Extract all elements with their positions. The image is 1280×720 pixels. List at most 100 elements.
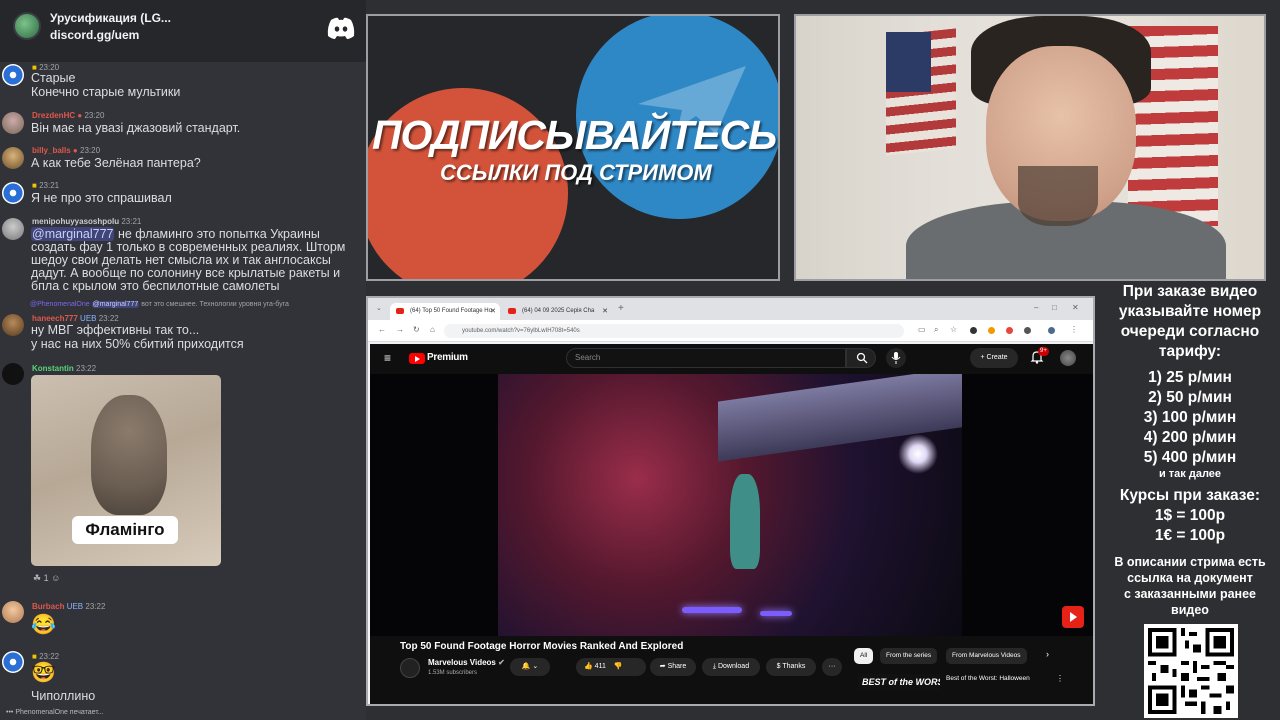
channel-avatar[interactable]	[400, 658, 420, 678]
rate-line: 1$ = 100р	[1154, 507, 1226, 524]
discord-logo-icon	[327, 17, 355, 39]
qr-code[interactable]	[1144, 624, 1238, 718]
user-mention[interactable]: @marginal777	[31, 227, 115, 241]
youtube-logo-icon[interactable]	[409, 353, 425, 364]
message-time: 23:22	[76, 364, 97, 373]
search-input[interactable]: Search	[566, 348, 846, 368]
forward-icon[interactable]: →	[396, 325, 404, 334]
back-icon[interactable]: ←	[378, 325, 386, 334]
like-count: 411	[594, 663, 606, 670]
url-field[interactable]: youtube.com/watch?v=76ylbLwIH708t=540s	[444, 324, 904, 338]
close-window-icon[interactable]: ✕	[1072, 303, 1079, 312]
user-avatar[interactable]	[2, 314, 24, 336]
reply-mention: @marginal777	[91, 301, 140, 308]
user-avatar[interactable]	[2, 182, 24, 204]
voice-search-button[interactable]	[886, 348, 906, 368]
browser-tab-active[interactable]: (64) Top 50 Found Footage Ho ✕	[390, 303, 500, 320]
rates-heading: Курсы при заказе:	[1119, 487, 1261, 504]
recommended-title[interactable]: Best of the Worst: Halloween	[946, 675, 1030, 682]
pricing-heading-line: указывайте номер	[1118, 303, 1262, 320]
filter-chip-channel[interactable]: From Marvelous Videos	[946, 648, 1027, 664]
share-button[interactable]: ➦ Share	[650, 658, 696, 676]
user-avatar[interactable]	[2, 363, 24, 385]
like-icon[interactable]: 👍	[584, 663, 593, 670]
channel-name[interactable]: Marvelous Videos ✔	[428, 658, 505, 667]
cast-icon[interactable]: ▭	[918, 325, 926, 334]
create-button[interactable]: + Create	[970, 348, 1018, 368]
recommended-menu-icon[interactable]: ⋮	[1056, 674, 1064, 683]
streamer-beard	[1018, 166, 1098, 226]
add-reaction-icon[interactable]: ☺	[51, 573, 60, 583]
gif-attachment[interactable]: Фламінго	[31, 375, 221, 566]
user-avatar[interactable]	[2, 218, 24, 240]
typing-dots-icon: •••	[6, 709, 14, 716]
dislike-icon[interactable]: 👎	[614, 663, 623, 670]
reaction-chip[interactable]: ☘ 1 ☺	[33, 573, 60, 586]
download-button[interactable]: ⤓ Download	[702, 658, 760, 676]
username[interactable]: Konstantin	[32, 364, 74, 373]
zoom-icon[interactable]: ⌕	[934, 325, 938, 335]
reply-preview[interactable]: @PhenomenalOne @marginal777 вот это смеш…	[30, 301, 289, 308]
subscribe-watermark-icon[interactable]	[1062, 606, 1084, 628]
chevron-down-icon: ⌄	[532, 663, 539, 670]
message-time: 23:22	[39, 652, 60, 661]
username[interactable]: billy_balls	[32, 146, 71, 155]
username[interactable]: DrezdenHC	[32, 111, 75, 120]
username[interactable]: haneech777	[32, 314, 78, 323]
hamburger-menu-icon[interactable]: ≡	[384, 351, 391, 365]
chevron-right-icon[interactable]: ›	[1046, 649, 1049, 659]
message-time: 23:22	[85, 602, 106, 611]
username[interactable]: menipohuyyasoshpolu	[32, 217, 119, 226]
notification-badge: 9+	[1038, 347, 1049, 356]
filter-chip-series[interactable]: From the series	[880, 648, 938, 664]
notifications-dropdown[interactable]: 🔔 ⌄	[510, 658, 550, 676]
pricing-tier: 4) 200 р/мин	[1143, 429, 1237, 446]
reaction-count: 1	[43, 573, 49, 583]
user-avatar[interactable]	[2, 147, 24, 169]
message-time: 23:20	[84, 111, 105, 120]
user-avatar[interactable]	[2, 601, 24, 623]
minimize-icon[interactable]: –	[1034, 303, 1038, 312]
message-text: А как тебе Зелёная пантера?	[31, 156, 201, 170]
search-button[interactable]	[846, 348, 876, 368]
like-dislike-group[interactable]: 👍 411 👎	[576, 658, 646, 676]
recommended-thumbnail[interactable]: BEST of the WORST	[858, 674, 940, 690]
tab-list-icon[interactable]: ⌄	[376, 304, 382, 312]
tab-close-icon[interactable]: ✕	[602, 303, 608, 320]
video-title: Top 50 Found Footage Horror Movies Ranke…	[400, 641, 684, 652]
home-icon[interactable]: ⌂	[430, 325, 435, 334]
discord-server-header: Урусификация (LG... discord.gg/uem	[0, 0, 366, 62]
video-scene-neon	[682, 607, 742, 613]
bookmark-star-icon[interactable]: ☆	[950, 325, 957, 334]
maximize-icon[interactable]: □	[1052, 303, 1057, 312]
account-avatar[interactable]	[1060, 350, 1076, 366]
server-invite-link[interactable]: discord.gg/uem	[50, 28, 139, 42]
extension-icon[interactable]	[988, 327, 995, 334]
browser-tab[interactable]: (64) 04 09 2025 Серія Cha ✕	[502, 303, 612, 320]
extensions-puzzle-icon[interactable]	[1024, 327, 1031, 334]
thanks-button[interactable]: $ Thanks	[766, 658, 816, 676]
username[interactable]: Burbach	[32, 602, 64, 611]
user-avatar[interactable]	[2, 651, 24, 673]
user-avatar[interactable]	[2, 112, 24, 134]
video-player[interactable]	[370, 374, 1093, 636]
message-meta: haneech777 UEB 23:22	[32, 314, 119, 323]
monkey-image	[91, 395, 167, 515]
user-avatar[interactable]	[2, 64, 24, 86]
message-text: ну МВГ эффективны так то...	[31, 323, 200, 337]
reload-icon[interactable]: ↻	[413, 325, 420, 334]
filter-chip-all[interactable]: All	[854, 648, 874, 664]
extension-icon[interactable]	[970, 327, 977, 334]
verified-icon: ✔	[498, 658, 505, 667]
more-actions-button[interactable]: ···	[822, 658, 842, 676]
youtube-logo-text[interactable]: Premium	[427, 352, 468, 363]
tab-close-icon[interactable]: ✕	[490, 303, 496, 320]
video-frame	[498, 374, 962, 636]
profile-avatar[interactable]	[1048, 327, 1055, 334]
tab-title: (64) 04 09 2025 Серія Cha	[522, 308, 595, 314]
new-tab-icon[interactable]: +	[618, 303, 624, 314]
browser-menu-icon[interactable]: ⋮	[1070, 325, 1078, 334]
extension-icon[interactable]	[1006, 327, 1013, 334]
download-icon: ⤓	[712, 663, 716, 670]
banner-title: ПОДПИСЫВАЙТЕСЬ	[372, 112, 777, 158]
